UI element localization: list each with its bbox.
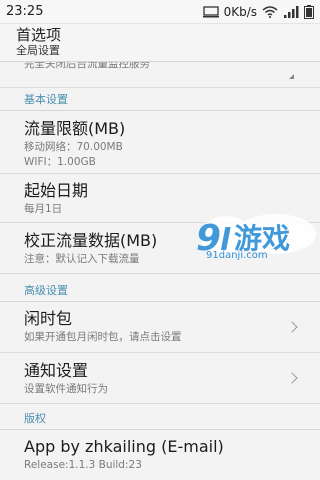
idle-pack-title: 闲时包 (24, 309, 73, 328)
calibrate-title: 校正流量数据(MB) (24, 231, 158, 250)
section-header-basic: 基本设置 (0, 89, 320, 111)
preferences-list[interactable]: 完全关闭后台流量监控服务 基本设置 流量限额(MB) 移动网络：70.00MB … (0, 62, 320, 480)
traffic-limit-title: 流量限额(MB) (24, 119, 126, 138)
list-item-notify[interactable]: 通知设置 设置软件通知行为 (0, 354, 320, 404)
page-subtitle: 全局设置 (16, 44, 60, 57)
about-title: App by zhkailing (E-mail) (24, 437, 224, 456)
list-item-traffic-limit[interactable]: 流量限额(MB) 移动网络：70.00MB WIFI：1.00GB (0, 112, 320, 174)
title-bar: 首选项 全局设置 (0, 24, 320, 62)
signal-icon (283, 5, 299, 18)
about-version: Release:1.1.3 Build:23 (24, 459, 142, 471)
traffic-limit-mobile: 移动网络：70.00MB (24, 141, 123, 153)
status-time: 23:25 (6, 4, 44, 19)
list-item-about[interactable]: App by zhkailing (E-mail) Release:1.1.3 … (0, 431, 320, 480)
notify-title: 通知设置 (24, 361, 89, 380)
list-item-start-date[interactable]: 起始日期 每月1日 (0, 175, 320, 223)
start-date-value: 每月1日 (24, 203, 63, 215)
status-icons: 0Kb/s (202, 4, 314, 19)
status-bar: 23:25 0Kb/s (0, 0, 320, 24)
page-title: 首选项 (16, 26, 62, 44)
list-item-idle-pack[interactable]: 闲时包 如果开通包月闲时包，请点击设置 (0, 303, 320, 353)
dropdown-corner-icon (289, 74, 294, 79)
notify-hint: 设置软件通知行为 (24, 383, 108, 395)
wifi-icon (262, 5, 278, 18)
list-item-calibrate[interactable]: 校正流量数据(MB) 注意：默认记入下载流量 (0, 224, 320, 274)
section-header-advanced: 高级设置 (0, 280, 320, 302)
calibrate-note: 注意：默认记入下载流量 (24, 253, 140, 265)
traffic-limit-wifi: WIFI：1.00GB (24, 156, 96, 168)
idle-pack-hint: 如果开通包月闲时包，请点击设置 (24, 331, 182, 343)
network-speed: 0Kb/s (223, 4, 257, 19)
background-service-summary: 完全关闭后台流量监控服务 (24, 62, 150, 70)
start-date-title: 起始日期 (24, 181, 89, 200)
notification-icon (202, 5, 219, 18)
list-item-background-service[interactable]: 完全关闭后台流量监控服务 (0, 62, 320, 88)
battery-icon (304, 4, 314, 19)
section-header-copyright: 版权 (0, 408, 320, 430)
